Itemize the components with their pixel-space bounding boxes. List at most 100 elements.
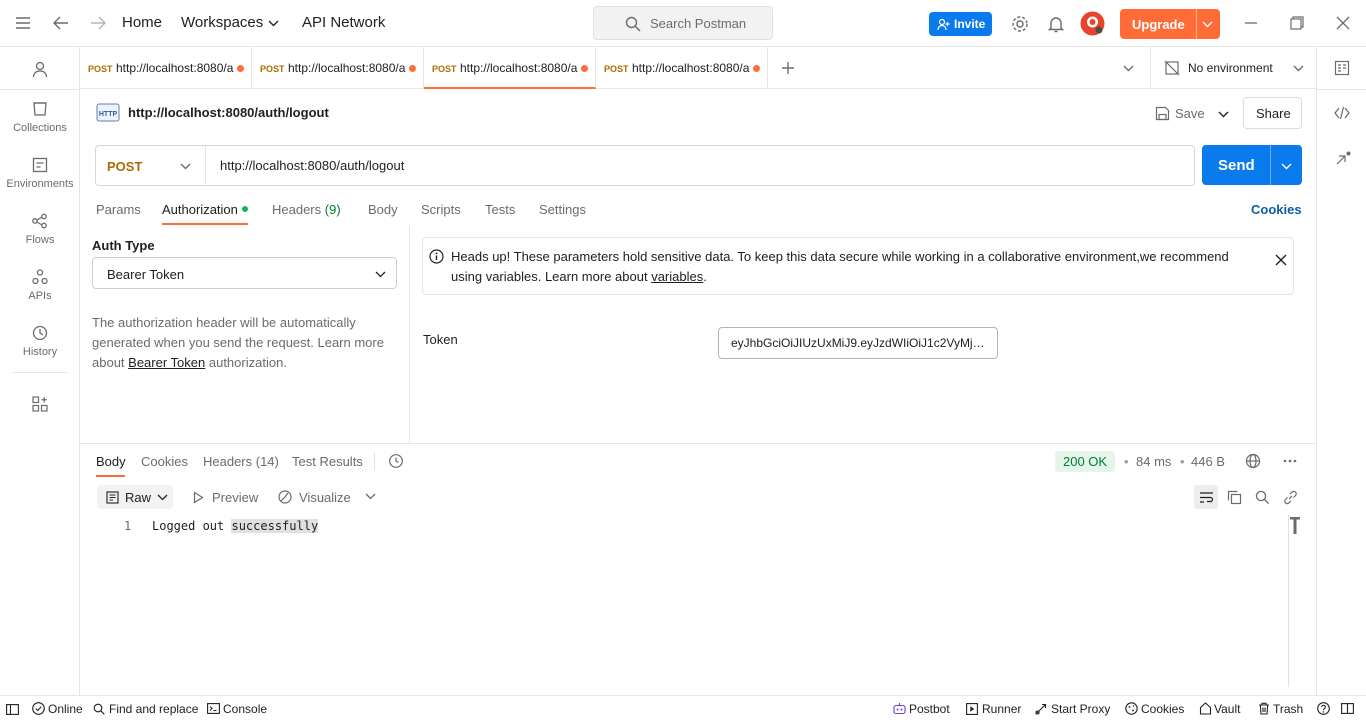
status-badge[interactable]: 200 OK [1055,451,1115,472]
svg-text:HTTP: HTTP [99,111,118,118]
save-button[interactable]: Save [1150,97,1234,129]
minimize-icon[interactable] [1242,14,1260,32]
search-icon[interactable] [1253,488,1271,506]
settings-gear-icon[interactable] [1010,14,1030,34]
status-online[interactable]: Online [48,702,83,716]
tab-headers[interactable]: Headers (9) [272,202,341,217]
new-tab-plus-icon[interactable] [779,59,797,77]
status-runner[interactable]: Runner [982,702,1021,716]
response-time[interactable]: 84 ms [1136,454,1171,469]
environment-selector[interactable]: No environment [1150,47,1316,89]
method-selector[interactable]: POST [96,146,206,185]
chevron-down-icon[interactable] [364,491,376,501]
sidebar-item-collections[interactable]: Collections [0,100,80,134]
upgrade-divider [1196,9,1197,39]
view-preview-button[interactable]: Preview [212,490,258,505]
help-icon[interactable] [1316,701,1330,716]
tab-authorization[interactable]: Authorization [162,202,238,217]
variables-link[interactable]: variables [651,269,703,284]
notifications-bell-icon[interactable] [1046,14,1066,34]
tabs-overflow-chevron-icon[interactable] [1120,61,1136,75]
search-input[interactable]: Search Postman [593,6,773,40]
status-trash[interactable]: Trash [1273,702,1303,716]
request-tab[interactable]: POST http://localhost:8080/auth/register [252,47,424,89]
avatar[interactable] [1080,11,1105,36]
chevron-down-icon[interactable] [1200,18,1214,30]
send-button[interactable]: Send [1202,145,1302,185]
cookies-link[interactable]: Cookies [1251,202,1302,217]
nav-workspaces[interactable]: Workspaces [181,14,263,31]
request-title[interactable]: http://localhost:8080/auth/logout [128,105,329,120]
tab-tests[interactable]: Tests [485,202,515,217]
request-response-divider[interactable] [80,443,1316,444]
more-options-icon[interactable] [1281,452,1299,470]
forward-arrow-icon[interactable] [89,14,107,32]
hamburger-menu-icon[interactable] [14,14,32,32]
sidebar-item-history[interactable]: History [0,324,80,358]
token-input[interactable]: eyJhbGciOiJIUzUxMiJ9.eyJzdWIiOiJ1c2VyMjM… [718,327,998,359]
find-icon [92,701,106,716]
tab-scripts[interactable]: Scripts [421,202,461,217]
meta-separator-dot: • [1180,454,1185,469]
response-tab-test-results[interactable]: Test Results [292,454,363,469]
code-snippet-icon[interactable] [1333,104,1351,122]
sidebar-item-environments[interactable]: Environments [0,156,80,190]
restore-window-icon[interactable] [1288,14,1306,32]
close-window-icon[interactable] [1334,14,1352,32]
configure-workbench-icon[interactable] [31,395,49,413]
back-arrow-icon[interactable] [52,14,70,32]
tab-settings[interactable]: Settings [539,202,586,217]
request-tab[interactable]: POST http://localhost:8080/auth/login [80,47,252,89]
related-collections-icon[interactable] [1333,150,1353,168]
invite-button[interactable]: Invite [929,12,992,36]
request-tab[interactable]: POST http://localhost:8080/auth/refresh [596,47,768,89]
upgrade-button[interactable]: Upgrade [1120,9,1220,39]
environment-quick-look-icon[interactable] [1333,59,1351,77]
status-find-replace[interactable]: Find and replace [109,702,198,716]
bearer-token-link[interactable]: Bearer Token [128,355,205,370]
close-icon[interactable] [1273,252,1289,268]
user-profile-icon[interactable] [30,59,50,79]
response-size[interactable]: 446 B [1191,454,1225,469]
sidebar-item-flows[interactable]: Flows [0,212,80,246]
add-user-icon [936,17,950,31]
sidebar-item-apis[interactable]: APIs [0,268,80,302]
response-tab-body[interactable]: Body [96,454,126,469]
sidebar-item-label: Collections [13,122,67,134]
copy-icon[interactable] [1225,488,1243,506]
link-icon[interactable] [1281,488,1299,506]
view-visualize-button[interactable]: Visualize [299,490,351,505]
auth-type-select[interactable]: Bearer Token [92,257,397,289]
layout-toggle-icon[interactable] [1340,701,1354,716]
network-globe-icon[interactable] [1244,452,1262,470]
status-postbot[interactable]: Postbot [909,702,950,716]
info-icon [428,248,444,264]
share-button[interactable]: Share [1243,97,1302,129]
url-input[interactable]: http://localhost:8080/auth/logout [220,158,404,173]
tab-body[interactable]: Body [368,202,398,217]
status-cookies[interactable]: Cookies [1141,702,1184,716]
status-console[interactable]: Console [223,702,267,716]
response-body-line[interactable]: Logged out successfully [152,519,319,533]
nav-home[interactable]: Home [122,14,162,31]
toggle-sidebar-icon[interactable] [5,702,19,716]
status-start-proxy[interactable]: Start Proxy [1051,702,1110,716]
status-vault[interactable]: Vault [1214,702,1240,716]
request-tab-active[interactable]: POST http://localhost:8080/auth/logout [424,47,596,89]
response-tab-headers[interactable]: Headers (14) [203,454,279,469]
wrap-lines-toggle[interactable] [1194,485,1218,509]
chevron-down-icon[interactable] [1216,108,1230,120]
response-history-icon[interactable] [387,452,405,470]
response-tab-cookies[interactable]: Cookies [141,454,188,469]
view-raw-button[interactable]: Raw [97,485,173,509]
tab-params[interactable]: Params [96,202,141,217]
unsaved-dot-icon [237,65,244,72]
response-scrollbar[interactable] [1288,515,1289,687]
right-sidebar [1316,47,1366,695]
nav-api-network[interactable]: API Network [302,14,385,31]
proxy-icon [1034,701,1048,716]
sidebar-divider [0,89,80,90]
chevron-down-icon[interactable] [1279,161,1293,171]
scrollbar-thumb[interactable] [1289,517,1301,535]
notice-text-end: . [703,269,707,284]
